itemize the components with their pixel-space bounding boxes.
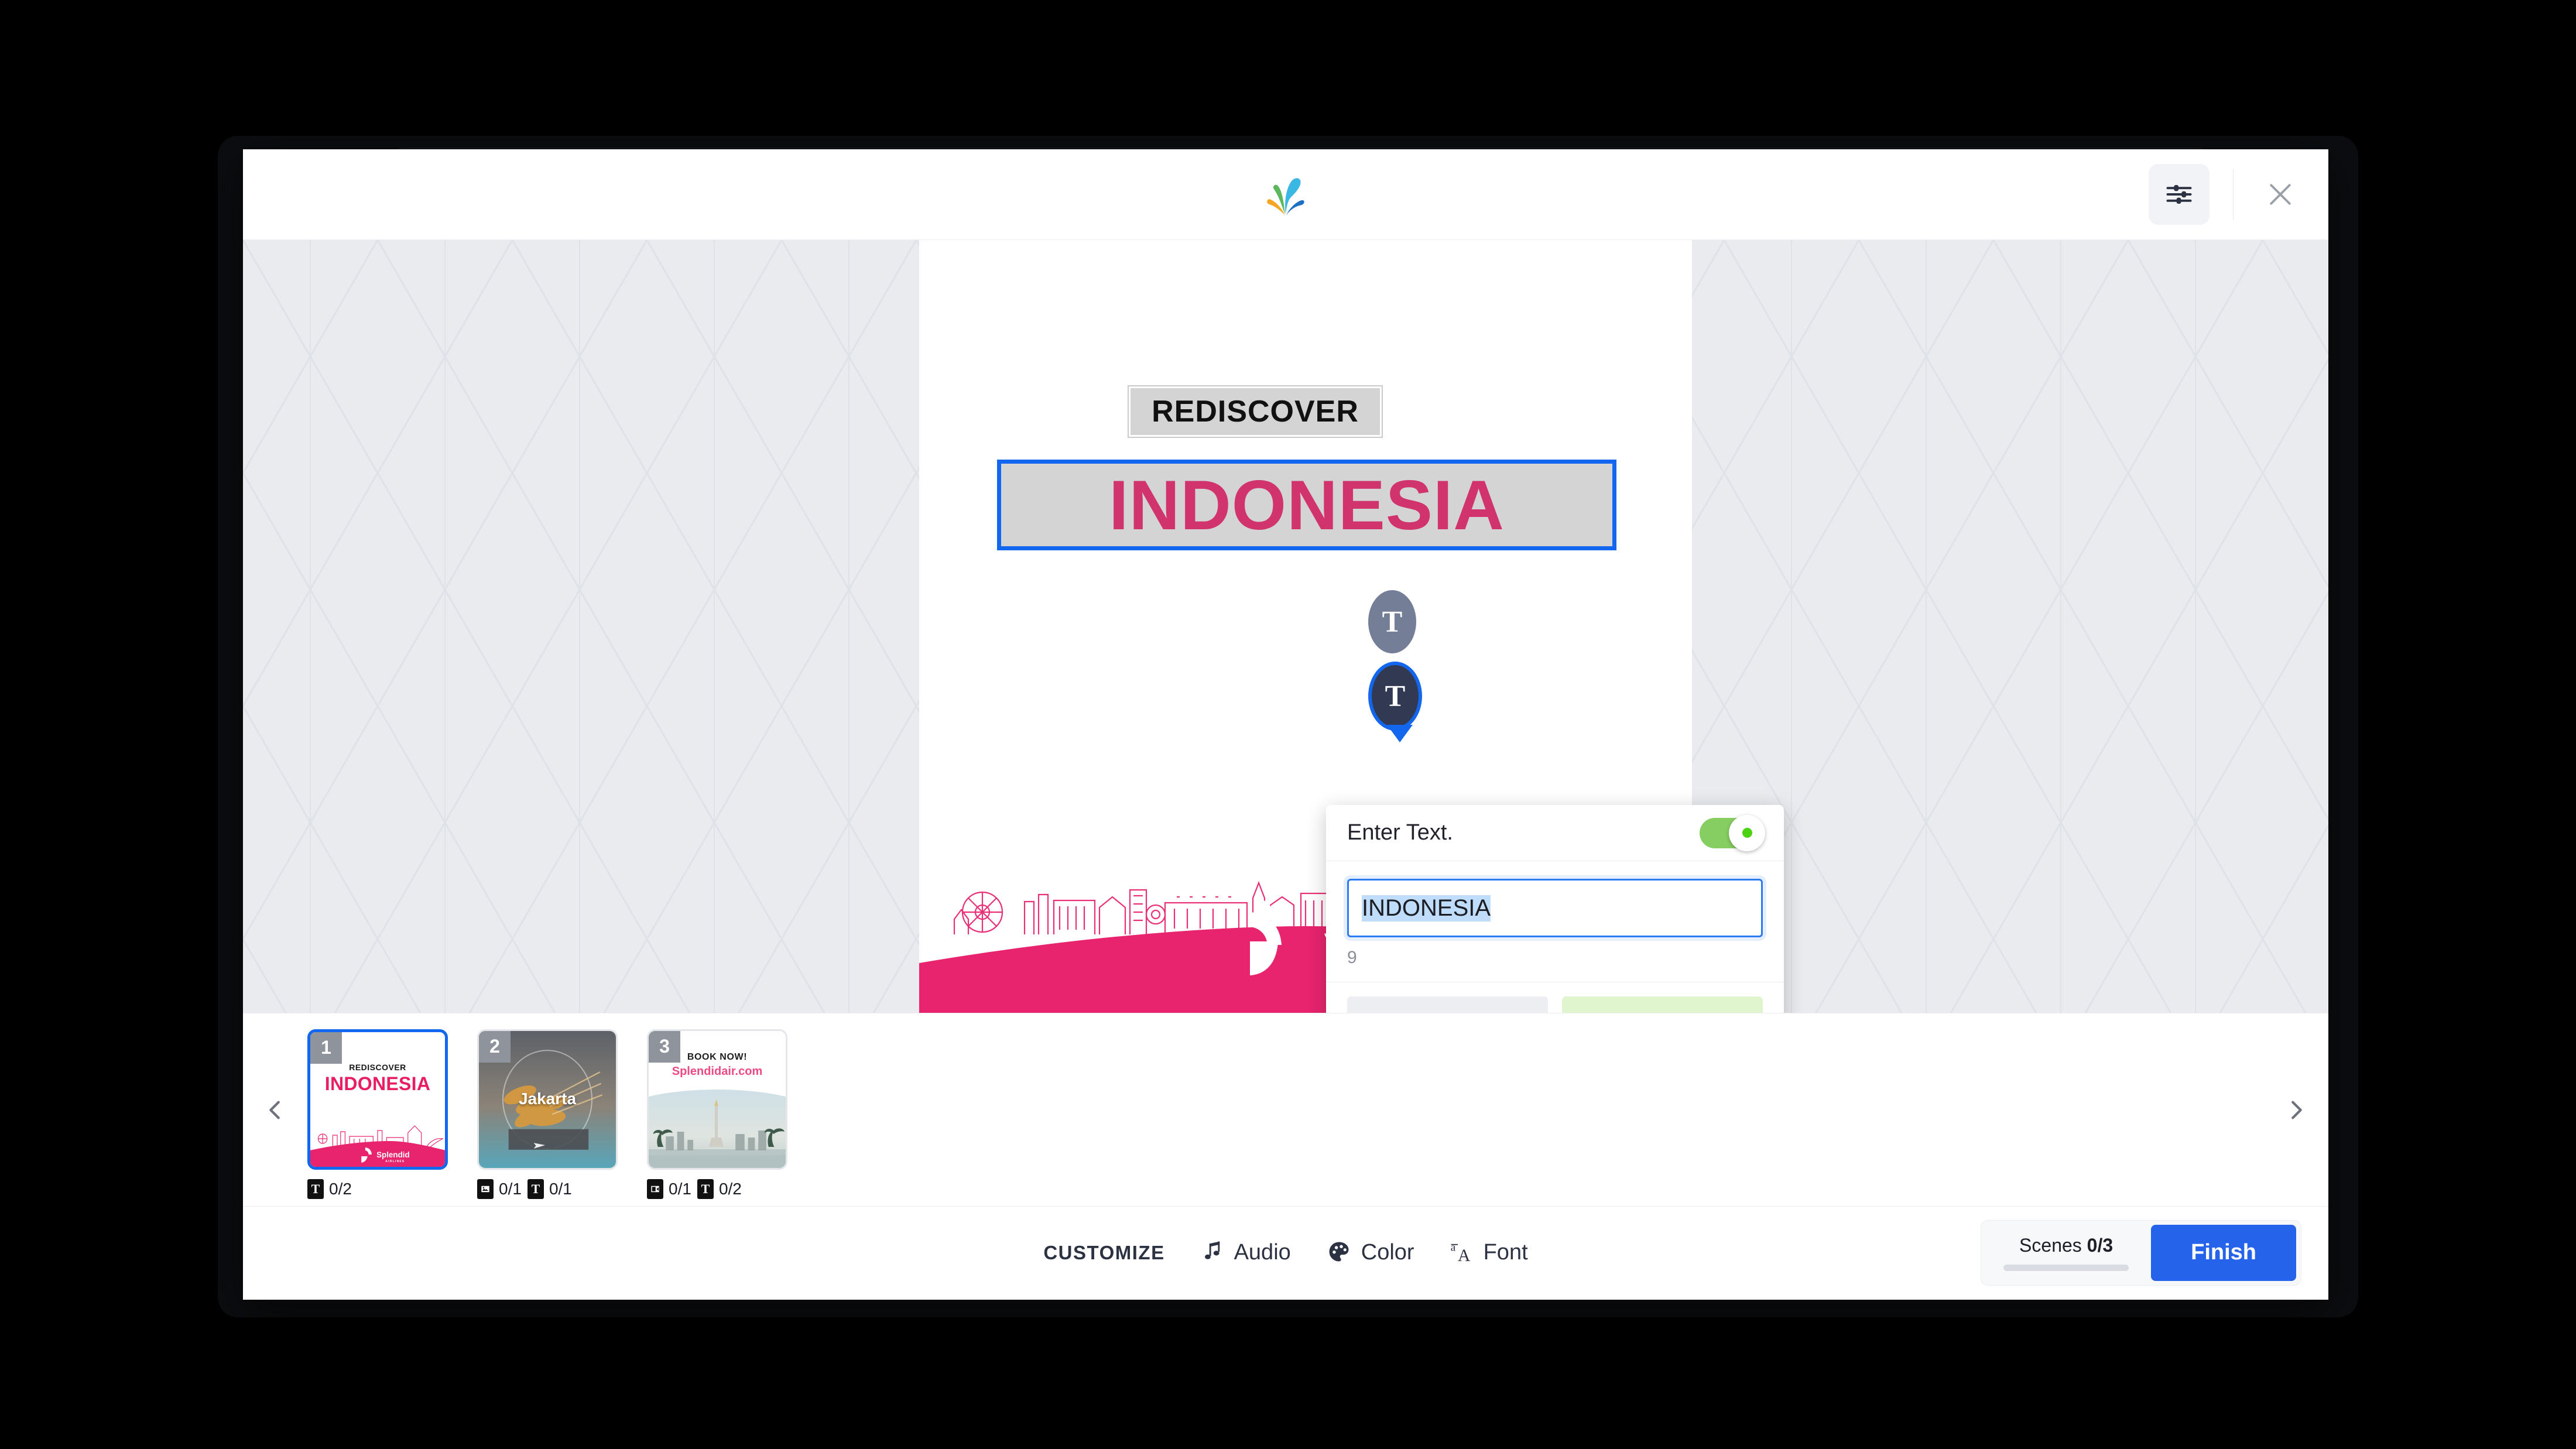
chevron-left-icon[interactable] xyxy=(243,1013,307,1206)
thumb3-photo xyxy=(649,1089,786,1168)
character-count: 9 xyxy=(1347,948,1357,967)
badge-count: 0/1 xyxy=(549,1179,572,1198)
badge-count: 0/1 xyxy=(669,1179,691,1198)
thumbnail-cell: 3 BOOK NOW! Splendidair.com 0/1 T 0/2 xyxy=(647,1029,787,1199)
badge-pointer xyxy=(1387,725,1413,742)
save-button[interactable]: Save xyxy=(1562,996,1763,1013)
toolbar-right: Scenes 0/3 Finish xyxy=(1981,1220,2301,1286)
scene-thumbnail-3[interactable]: 3 BOOK NOW! Splendidair.com xyxy=(647,1029,787,1170)
toggle-knob xyxy=(1729,814,1765,851)
finish-button[interactable]: Finish xyxy=(2151,1224,2296,1281)
app-topbar xyxy=(243,149,2328,240)
scene-number: 3 xyxy=(649,1030,680,1063)
music-note-icon xyxy=(1200,1239,1225,1266)
scene-number: 1 xyxy=(310,1032,342,1064)
chevron-right-icon[interactable] xyxy=(2264,1013,2328,1206)
font-button[interactable]: a A Font xyxy=(1450,1239,1528,1266)
scenes-label: Scenes 0/3 xyxy=(2019,1234,2113,1256)
customize-label: CUSTOMIZE xyxy=(1043,1241,1165,1263)
close-icon[interactable] xyxy=(2257,171,2304,218)
svg-text:a: a xyxy=(1450,1241,1455,1253)
scene-thumbnail-2[interactable]: 2 Jakarta xyxy=(477,1029,618,1170)
image-icon xyxy=(477,1179,494,1199)
thumb3-line2: Splendidair.com xyxy=(672,1064,763,1078)
thumbnail-list: 1 REDISCOVER INDONESIA Splendid AIRLINES… xyxy=(307,1021,787,1199)
scenes-progress-pill: Scenes 0/3 Finish xyxy=(1981,1220,2301,1286)
text-icon: T xyxy=(307,1179,324,1199)
bottom-toolbar: CUSTOMIZE Audio Color a A Font Scenes 0/… xyxy=(243,1206,2328,1299)
thumb2-badges: 0/1 T 0/1 xyxy=(477,1179,618,1199)
thumb1-badges: T 0/2 xyxy=(307,1179,448,1199)
thumb1-line2: INDONESIA xyxy=(324,1073,431,1094)
badge-group: T 0/2 xyxy=(697,1179,742,1199)
canvas-text-rediscover: REDISCOVER xyxy=(1152,395,1359,429)
text-input[interactable] xyxy=(1347,879,1763,937)
palette-icon xyxy=(1326,1239,1352,1266)
color-label: Color xyxy=(1361,1240,1414,1265)
font-label: Font xyxy=(1483,1240,1528,1265)
enter-text-dialog: Enter Text. 9 Cancel xyxy=(1326,805,1784,1013)
toolbar-divider xyxy=(2233,169,2234,220)
editor-stage: Splendid AIRLINES REDISCOVER INDONESIA T… xyxy=(243,240,2328,1013)
canvas-text-indonesia: INDONESIA xyxy=(1109,465,1505,544)
thumbnail-cell: 2 Jakarta 0/1 T 0/1 xyxy=(477,1029,618,1199)
scene-thumbnail-strip: 1 REDISCOVER INDONESIA Splendid AIRLINES… xyxy=(243,1013,2328,1206)
badge-count: 0/1 xyxy=(499,1179,522,1198)
font-aa-icon: a A xyxy=(1450,1239,1474,1266)
scenes-progress-bar xyxy=(2003,1264,2129,1271)
text-visibility-toggle[interactable] xyxy=(1700,814,1765,851)
dialog-title: Enter Text. xyxy=(1347,820,1453,845)
badge-count: 0/2 xyxy=(718,1179,742,1198)
badge-group: T 0/2 xyxy=(307,1179,352,1199)
video-icon xyxy=(647,1179,663,1199)
cancel-button[interactable]: Cancel xyxy=(1347,996,1548,1013)
sliders-icon[interactable] xyxy=(2149,164,2210,225)
text-edit-badge-rediscover[interactable]: T xyxy=(1368,590,1416,653)
customize-button[interactable]: CUSTOMIZE xyxy=(1043,1242,1164,1264)
badge-group: T 0/1 xyxy=(527,1179,572,1199)
badge-count: 0/2 xyxy=(329,1179,352,1198)
thumb1-line1: REDISCOVER xyxy=(349,1062,406,1072)
text-edit-badge-indonesia[interactable]: T xyxy=(1368,662,1422,731)
dialog-footer: Cancel Save xyxy=(1326,982,1784,1013)
thumb1-brand-footer: Splendid AIRLINES xyxy=(310,1125,445,1167)
audio-label: Audio xyxy=(1234,1240,1291,1265)
audio-button[interactable]: Audio xyxy=(1200,1239,1291,1266)
dialog-body: 9 xyxy=(1326,861,1784,982)
thumb2-label: Jakarta xyxy=(518,1089,577,1108)
canvas-textbox-headline-large[interactable]: INDONESIA xyxy=(997,460,1616,550)
svg-text:AIRLINES: AIRLINES xyxy=(385,1159,405,1163)
scene-number: 2 xyxy=(479,1030,511,1063)
scenes-meter: Scenes 0/3 xyxy=(2003,1235,2129,1271)
toggle-indicator-dot xyxy=(1742,828,1752,838)
dialog-header: Enter Text. xyxy=(1326,805,1784,861)
text-icon: T xyxy=(697,1179,714,1199)
thumb3-badges: 0/1 T 0/2 xyxy=(647,1179,787,1199)
badge-group: 0/1 xyxy=(647,1179,691,1199)
svg-text:A: A xyxy=(1458,1246,1471,1264)
scene-thumbnail-1[interactable]: 1 REDISCOVER INDONESIA Splendid AIRLINES xyxy=(307,1029,448,1170)
canvas-textbox-headline-small[interactable]: REDISCOVER xyxy=(1128,385,1383,438)
splash-logo-icon xyxy=(1259,168,1312,221)
text-icon: T xyxy=(527,1179,544,1199)
badge-group: 0/1 xyxy=(477,1179,522,1199)
color-button[interactable]: Color xyxy=(1326,1239,1414,1266)
thumbnail-cell: 1 REDISCOVER INDONESIA Splendid AIRLINES… xyxy=(307,1029,448,1199)
app-window: Splendid AIRLINES REDISCOVER INDONESIA T… xyxy=(243,149,2328,1300)
topbar-actions xyxy=(2149,149,2304,239)
svg-text:Splendid: Splendid xyxy=(376,1150,410,1159)
